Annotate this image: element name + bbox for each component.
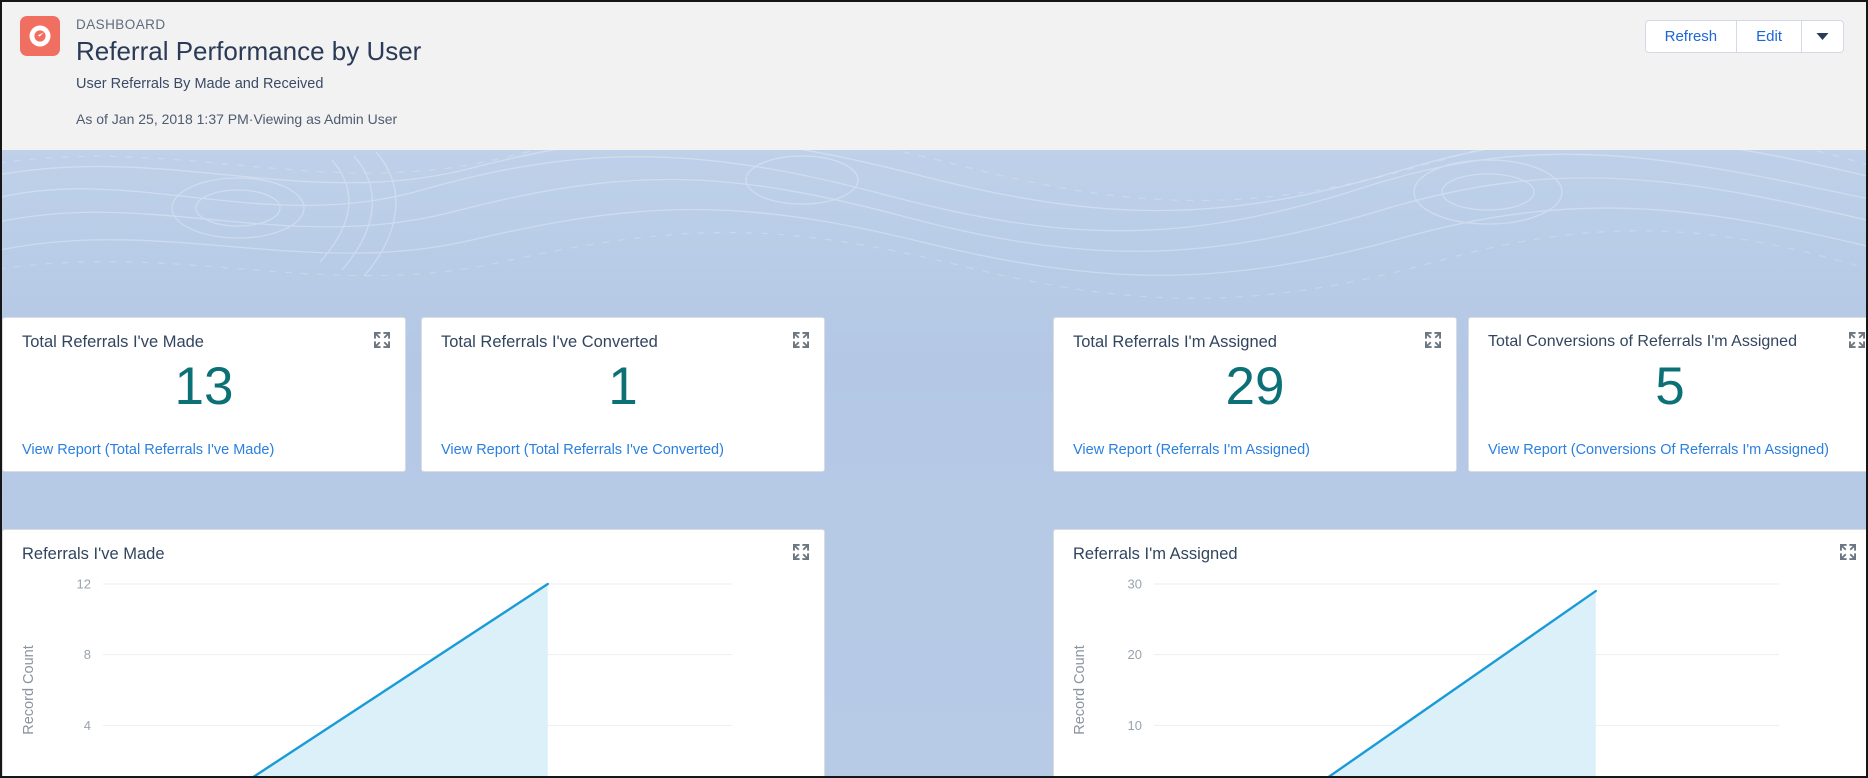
kpi-value: 5 <box>1655 357 1685 416</box>
canvas-topo-texture <box>2 150 1866 299</box>
view-report-link[interactable]: View Report (Total Referrals I've Made) <box>22 441 274 459</box>
svg-text:30: 30 <box>1128 577 1142 592</box>
chart-card-referrals-assigned[interactable]: Referrals I'm Assigned 0102030Record Cou… <box>1053 529 1866 776</box>
more-actions-button[interactable] <box>1802 20 1844 53</box>
dashboard-gauge-icon <box>20 16 60 56</box>
expand-icon[interactable] <box>1840 544 1856 560</box>
kpi-title: Total Referrals I'm Assigned <box>1073 333 1277 351</box>
dashboard-header: DASHBOARD Referral Performance by User U… <box>2 2 1866 150</box>
svg-text:Record Count: Record Count <box>1072 645 1088 734</box>
kpi-value: 13 <box>174 357 234 416</box>
header-identity: DASHBOARD Referral Performance by User U… <box>20 16 421 128</box>
view-report-link[interactable]: View Report (Referrals I'm Assigned) <box>1073 441 1310 459</box>
chart-plot-area: 0102030Record Count1/14/2018 - 1/20/2018… <box>1054 572 1866 776</box>
kpi-card-total-referrals-made[interactable]: Total Referrals I've Made 13 View Report… <box>2 317 406 472</box>
svg-text:10: 10 <box>1128 718 1142 733</box>
chart-title: Referrals I've Made <box>22 545 165 563</box>
refresh-button[interactable]: Refresh <box>1644 20 1738 53</box>
kpi-card-total-referrals-assigned[interactable]: Total Referrals I'm Assigned 29 View Rep… <box>1053 317 1457 472</box>
expand-icon[interactable] <box>793 544 809 560</box>
chart-plot-area: 04812Record Count1/14/2018 - 1/20/20187/… <box>3 572 824 776</box>
expand-icon[interactable] <box>1849 332 1865 348</box>
svg-text:20: 20 <box>1128 647 1142 662</box>
expand-icon[interactable] <box>793 332 809 348</box>
kpi-title: Total Referrals I've Converted <box>441 333 658 351</box>
kpi-card-total-referrals-converted[interactable]: Total Referrals I've Converted 1 View Re… <box>421 317 825 472</box>
kpi-value: 1 <box>608 357 638 416</box>
chevron-down-icon <box>1816 32 1829 41</box>
svg-text:Record Count: Record Count <box>21 645 37 734</box>
page-title: Referral Performance by User <box>76 36 422 66</box>
dashboard-canvas: Total Referrals I've Made 13 View Report… <box>2 150 1866 776</box>
breadcrumb: DASHBOARD <box>76 17 166 32</box>
kpi-title: Total Conversions of Referrals I'm Assig… <box>1488 333 1797 350</box>
dashboard-subtitle: User Referrals By Made and Received <box>76 76 324 92</box>
expand-icon[interactable] <box>374 332 390 348</box>
svg-text:12: 12 <box>77 577 91 592</box>
kpi-title: Total Referrals I've Made <box>22 333 204 351</box>
svg-text:4: 4 <box>84 718 91 733</box>
kpi-card-total-conversions-assigned[interactable]: Total Conversions of Referrals I'm Assig… <box>1468 317 1866 472</box>
chart-title: Referrals I'm Assigned <box>1073 545 1238 563</box>
view-report-link[interactable]: View Report (Total Referrals I've Conver… <box>441 441 724 459</box>
as-of-status: As of Jan 25, 2018 1:37 PM·Viewing as Ad… <box>76 111 398 127</box>
svg-text:8: 8 <box>84 647 91 662</box>
chart-card-referrals-made[interactable]: Referrals I've Made 04812Record Count1/1… <box>2 529 825 776</box>
header-text-block: DASHBOARD Referral Performance by User U… <box>76 16 421 128</box>
kpi-value: 29 <box>1225 357 1285 416</box>
dashboard-window: DASHBOARD Referral Performance by User U… <box>0 0 1868 778</box>
expand-icon[interactable] <box>1425 332 1441 348</box>
view-report-link[interactable]: View Report (Conversions Of Referrals I'… <box>1488 441 1829 459</box>
edit-button[interactable]: Edit <box>1737 20 1802 53</box>
header-action-group: Refresh Edit <box>1644 20 1844 53</box>
